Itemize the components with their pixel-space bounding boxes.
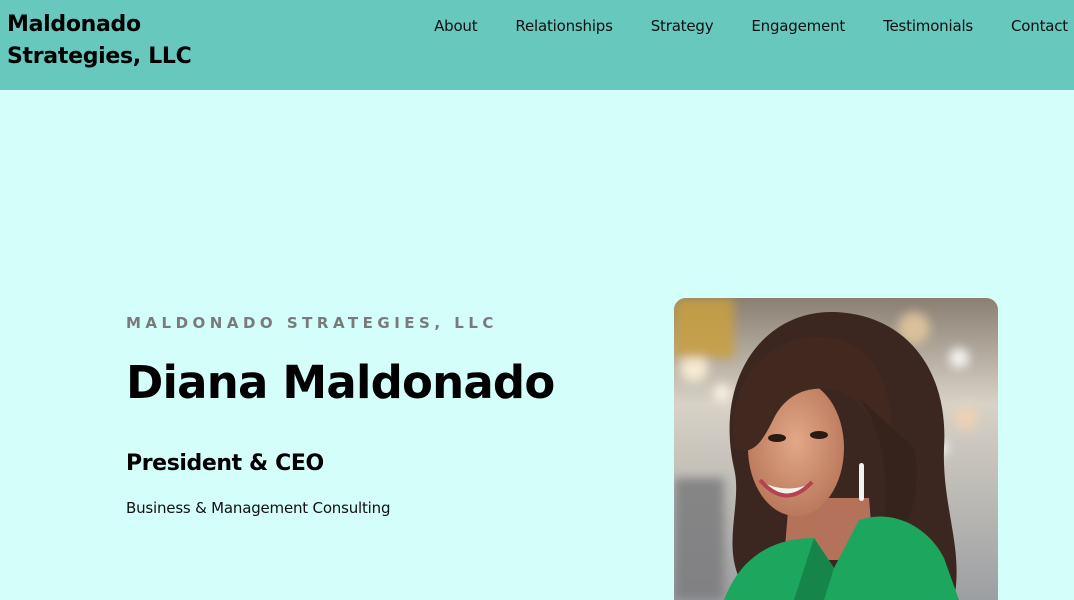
- job-title: President & CEO: [126, 451, 324, 476]
- site-logo-text[interactable]: Maldonado Strategies, LLC: [7, 9, 207, 73]
- nav-testimonials-link[interactable]: Testimonials: [883, 15, 973, 37]
- person-name-heading: Diana Maldonado: [126, 356, 555, 409]
- nav-engagement-link[interactable]: Engagement: [751, 15, 845, 37]
- company-eyebrow: MALDONADO STRATEGIES, LLC: [126, 314, 498, 332]
- brand-line-2: Strategies, LLC: [7, 44, 192, 69]
- service-description: Business & Management Consulting: [126, 499, 391, 517]
- main-nav: About Relationships Strategy Engagement …: [434, 15, 1068, 37]
- nav-relationships-link[interactable]: Relationships: [515, 15, 612, 37]
- portrait-photo: [674, 298, 998, 600]
- site-header: Maldonado Strategies, LLC About Relation…: [0, 0, 1074, 90]
- nav-contact-link[interactable]: Contact: [1011, 15, 1068, 37]
- nav-about-link[interactable]: About: [434, 15, 478, 37]
- brand-line-1: Maldonado: [7, 12, 141, 37]
- nav-strategy-link[interactable]: Strategy: [651, 15, 714, 37]
